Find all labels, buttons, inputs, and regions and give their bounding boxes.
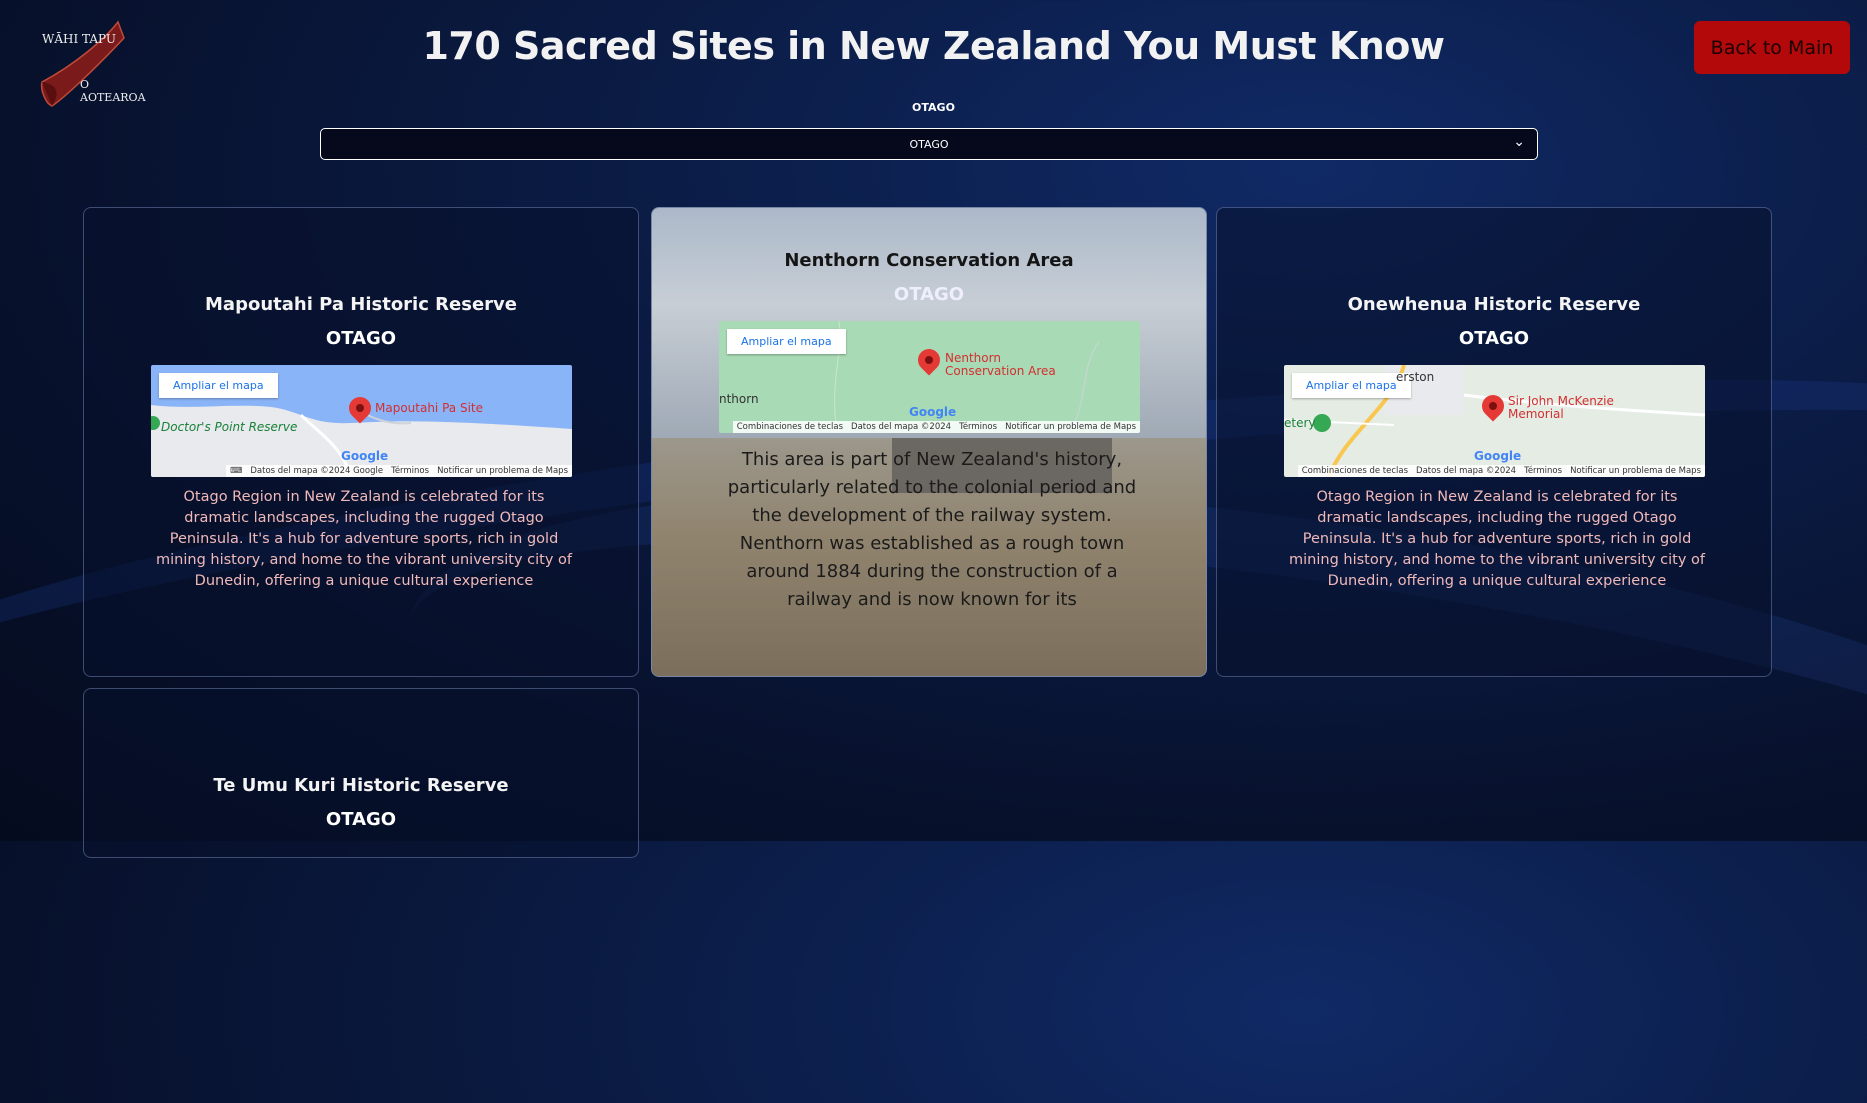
map-shortcuts-link[interactable]: Combinaciones de teclas: [1302, 466, 1408, 476]
site-description: Otago Region in New Zealand is celebrate…: [1289, 489, 1705, 589]
enlarge-map-link[interactable]: Ampliar el mapa: [727, 329, 846, 354]
google-logo: Google: [341, 449, 389, 463]
site-title: Te Umu Kuri Historic Reserve: [213, 775, 509, 796]
site-region: OTAGO: [325, 809, 397, 830]
google-logo: Google: [909, 405, 957, 419]
map-place-label-2: etery: [1284, 416, 1316, 430]
chevron-down-icon: ⌄: [1513, 134, 1525, 150]
site-title: Mapoutahi Pa Historic Reserve: [205, 294, 517, 315]
site-map[interactable]: Ampliar el mapa Nenthorn Conservation Ar…: [719, 321, 1140, 433]
map-attribution: Combinaciones de teclas Datos del mapa ©…: [732, 421, 1140, 433]
google-logo: Google: [1474, 449, 1522, 463]
map-pin-label: Sir John McKenzie Memorial: [1508, 394, 1614, 421]
site-card[interactable]: Mapoutahi Pa Historic Reserve OTAGO Ampl…: [83, 207, 639, 677]
back-to-main-button[interactable]: Back to Main: [1694, 21, 1850, 74]
site-description: Otago Region in New Zealand is celebrate…: [156, 489, 572, 589]
site-card[interactable]: Te Umu Kuri Historic Reserve OTAGO: [83, 688, 639, 858]
region-select[interactable]: OTAGO ⌄: [320, 128, 1538, 160]
map-attribution: ⌨ Datos del mapa ©2024 Google Términos N…: [226, 465, 572, 477]
map-report-link[interactable]: Notificar un problema de Maps: [1570, 466, 1701, 476]
map-attribution: Combinaciones de teclas Datos del mapa ©…: [1297, 465, 1705, 477]
site-region: OTAGO: [1458, 328, 1530, 349]
map-report-link[interactable]: Notificar un problema de Maps: [1005, 422, 1136, 432]
enlarge-map-link[interactable]: Ampliar el mapa: [1292, 373, 1411, 398]
map-pin-label: Nenthorn Conservation Area: [945, 351, 1056, 378]
map-terms-link[interactable]: Términos: [1524, 466, 1562, 476]
page-title: 170 Sacred Sites in New Zealand You Must…: [422, 24, 1445, 68]
site-title: Onewhenua Historic Reserve: [1347, 294, 1641, 315]
site-region: OTAGO: [893, 284, 965, 305]
site-description: This area is part of New Zealand's histo…: [727, 449, 1137, 610]
region-select-value: OTAGO: [909, 137, 949, 151]
enlarge-map-link[interactable]: Ampliar el mapa: [159, 373, 278, 398]
map-data-label: Datos del mapa ©2024 Google: [250, 466, 384, 476]
map-data-label: Datos del mapa ©2024: [851, 422, 952, 432]
site-card[interactable]: Onewhenua Historic Reserve OTAGO Ampliar…: [1216, 207, 1772, 677]
map-place-label: Doctor's Point Reserve: [161, 420, 298, 434]
map-report-link[interactable]: Notificar un problema de Maps: [437, 466, 568, 476]
site-region: OTAGO: [325, 328, 397, 349]
map-place-label: nthorn: [719, 392, 759, 406]
site-title: Nenthorn Conservation Area: [784, 250, 1074, 271]
site-map[interactable]: Ampliar el mapa erston etery Sir John Mc…: [1284, 365, 1705, 477]
region-filter-label: OTAGO: [912, 101, 955, 114]
map-terms-link[interactable]: Términos: [391, 466, 429, 476]
map-place-label: erston: [1396, 370, 1435, 384]
map-terms-link[interactable]: Términos: [959, 422, 997, 432]
site-map[interactable]: Ampliar el mapa Mapoutahi Pa Site Doctor…: [151, 365, 572, 477]
map-pin-label: Mapoutahi Pa Site: [375, 401, 483, 415]
map-data-label: Datos del mapa ©2024: [1416, 466, 1517, 476]
site-card-featured[interactable]: Nenthorn Conservation Area OTAGO Ampliar…: [651, 207, 1207, 677]
map-shortcuts-link[interactable]: Combinaciones de teclas: [737, 422, 843, 432]
keyboard-icon[interactable]: ⌨: [230, 466, 242, 476]
